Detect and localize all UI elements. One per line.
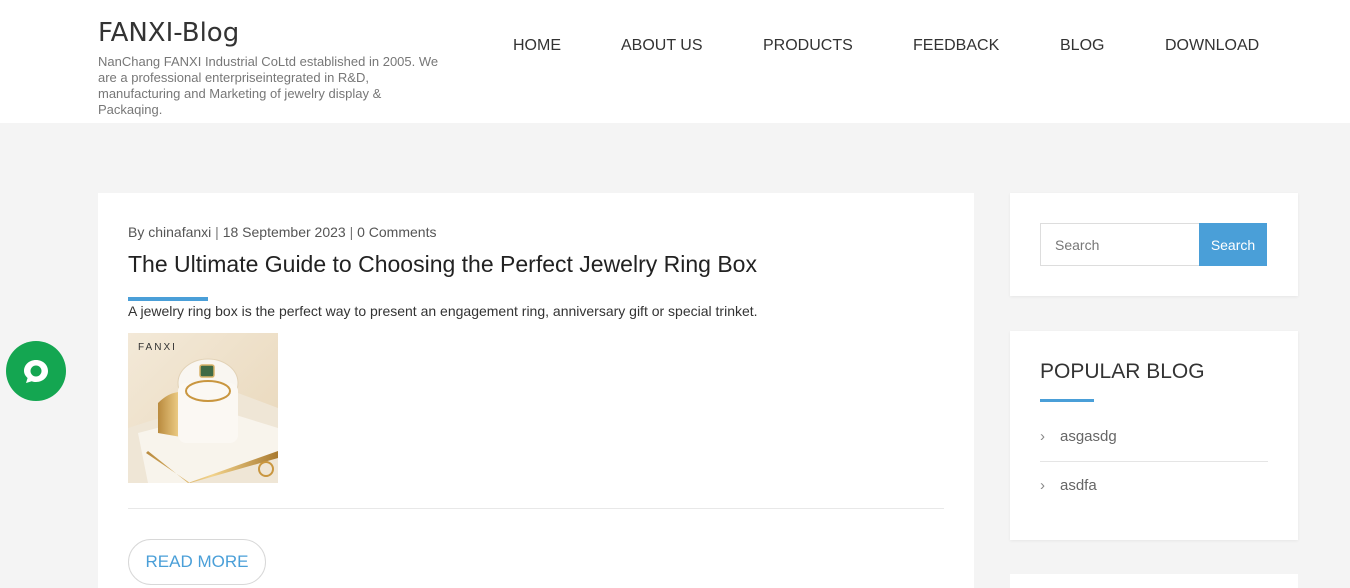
popular-item[interactable]: › asgasdg: [1040, 428, 1268, 476]
list-divider: [1040, 461, 1268, 462]
nav-about-us[interactable]: ABOUT US: [621, 36, 703, 56]
search-button[interactable]: Search: [1199, 223, 1267, 266]
ring-box-image: FANXI: [128, 333, 278, 483]
post-thumbnail[interactable]: FANXI: [128, 333, 278, 483]
post-date: 18 September 2023: [222, 224, 346, 240]
popular-blog-widget: POPULAR BLOG › asgasdg › asdfa: [1010, 331, 1298, 540]
search-widget: Search: [1010, 193, 1298, 296]
nav-download[interactable]: DOWNLOAD: [1165, 36, 1259, 56]
search-input[interactable]: [1040, 223, 1200, 266]
image-brand-text: FANXI: [138, 342, 177, 353]
brand: FANXI-Blog NanChang FANXI Industrial CoL…: [98, 17, 448, 118]
main-nav: HOME ABOUT US PRODUCTS FEEDBACK BLOG DOW…: [0, 36, 1350, 58]
chat-bubble-icon: [24, 360, 48, 383]
nav-blog[interactable]: BLOG: [1060, 36, 1104, 56]
nav-feedback[interactable]: FEEDBACK: [913, 36, 999, 56]
nav-home[interactable]: HOME: [513, 36, 561, 56]
popular-item-link[interactable]: asdfa: [1060, 477, 1097, 495]
popular-title-underline: [1040, 399, 1094, 402]
popular-blog-title: POPULAR BLOG: [1040, 360, 1205, 383]
site-header: FANXI-Blog NanChang FANXI Industrial CoL…: [0, 0, 1350, 123]
popular-item[interactable]: › asdfa: [1040, 477, 1268, 525]
chat-button[interactable]: [6, 341, 66, 401]
chevron-right-icon: ›: [1040, 428, 1045, 445]
title-underline: [128, 297, 208, 301]
post-comments[interactable]: 0 Comments: [357, 224, 436, 240]
site-description: NanChang FANXI Industrial CoLtd establis…: [98, 54, 439, 117]
post-divider: [128, 508, 944, 509]
post-meta: By chinafanxi | 18 September 2023 | 0 Co…: [128, 224, 436, 240]
meta-separator: |: [349, 224, 354, 240]
post-title[interactable]: The Ultimate Guide to Choosing the Perfe…: [128, 250, 757, 278]
sidebar-widget: [1010, 574, 1298, 588]
meta-separator: |: [215, 224, 219, 240]
blog-post-card: By chinafanxi | 18 September 2023 | 0 Co…: [98, 193, 974, 588]
read-more-button[interactable]: READ MORE: [128, 539, 266, 585]
popular-item-link[interactable]: asgasdg: [1060, 428, 1117, 446]
chevron-right-icon: ›: [1040, 477, 1045, 494]
post-author[interactable]: By chinafanxi: [128, 224, 211, 240]
post-excerpt: A jewelry ring box is the perfect way to…: [128, 303, 758, 319]
nav-products[interactable]: PRODUCTS: [763, 36, 853, 56]
